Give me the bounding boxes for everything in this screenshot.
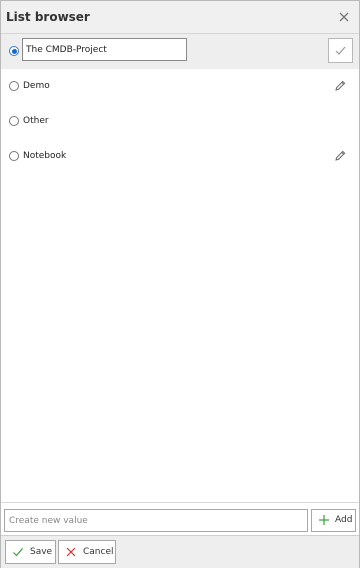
- radio-demo[interactable]: [9, 81, 19, 91]
- edit-demo-button[interactable]: [333, 79, 347, 93]
- list-item-notebook[interactable]: Notebook: [1, 139, 359, 174]
- save-button-label: Save: [30, 547, 53, 557]
- confirm-edit-button[interactable]: [328, 38, 353, 63]
- radio-notebook[interactable]: [9, 151, 19, 161]
- plus-icon: [319, 515, 329, 525]
- pencil-icon: [335, 150, 346, 161]
- radio-the-cmdb-project[interactable]: [9, 46, 19, 56]
- list-browser-dialog: List browser Demo: [0, 0, 360, 568]
- list-item-the-cmdb-project[interactable]: [1, 34, 359, 69]
- list-item-demo[interactable]: Demo: [1, 69, 359, 104]
- checkmark-icon: [335, 46, 346, 55]
- list-item-other[interactable]: Other: [1, 104, 359, 139]
- new-value-input[interactable]: [4, 509, 308, 532]
- pencil-icon: [335, 80, 346, 91]
- list-item-label: Demo: [23, 81, 50, 91]
- edit-value-input[interactable]: [22, 38, 187, 61]
- cancel-button-label: Cancel: [83, 547, 114, 557]
- dialog-titlebar: List browser: [1, 1, 359, 34]
- dialog-footer: Save Cancel: [1, 535, 359, 568]
- x-icon: [66, 547, 76, 557]
- checkmark-icon: [13, 548, 23, 557]
- add-button-label: Add: [335, 515, 353, 525]
- cancel-button[interactable]: Cancel: [58, 540, 116, 564]
- add-button[interactable]: Add: [311, 509, 356, 532]
- list-item-label: Notebook: [23, 151, 67, 161]
- close-button[interactable]: [337, 10, 351, 24]
- save-button[interactable]: Save: [5, 540, 56, 564]
- close-icon: [339, 12, 349, 22]
- list-item-label: Other: [23, 116, 49, 126]
- value-list: Demo Other Notebook: [1, 34, 359, 174]
- add-value-bar: Add: [1, 502, 359, 536]
- radio-other[interactable]: [9, 116, 19, 126]
- edit-notebook-button[interactable]: [333, 149, 347, 163]
- dialog-title: List browser: [6, 10, 90, 24]
